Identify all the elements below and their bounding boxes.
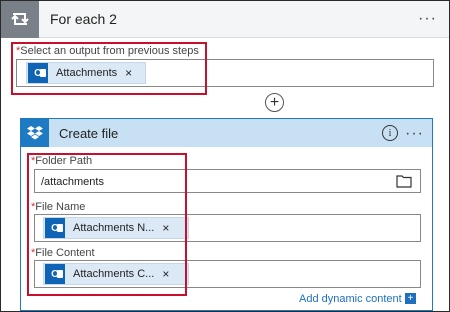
foreach-title: For each 2 — [50, 11, 117, 27]
attachments-token[interactable]: O Attachments × — [26, 62, 146, 84]
outlook-icon: O — [45, 264, 65, 284]
remove-token-icon[interactable]: × — [162, 221, 169, 235]
file-name-input[interactable]: O Attachments N... × — [34, 214, 421, 242]
folder-icon[interactable] — [396, 174, 412, 188]
remove-token-icon[interactable]: × — [125, 66, 132, 80]
create-file-menu-icon[interactable]: ··· — [405, 126, 424, 142]
select-output-input[interactable]: O Attachments × — [16, 59, 434, 87]
file-content-input[interactable]: O Attachments C... × — [34, 260, 421, 288]
add-step-button[interactable]: + — [265, 93, 284, 112]
folder-path-input[interactable]: /attachments — [34, 169, 421, 193]
flow-designer-frame: For each 2 ··· *Select an output from pr… — [0, 0, 450, 312]
attachments-name-token[interactable]: O Attachments N... × — [43, 217, 189, 239]
outlook-icon: O — [45, 218, 65, 238]
foreach-menu-icon[interactable]: ··· — [418, 11, 437, 27]
token-label: Attachments — [56, 67, 118, 79]
token-label: Attachments C... — [73, 268, 155, 280]
add-dynamic-content-icon[interactable]: + — [405, 293, 416, 304]
create-file-title: Create file — [59, 126, 119, 141]
folder-path-label: *Folder Path — [31, 155, 93, 167]
outlook-icon: O — [28, 63, 48, 83]
file-content-label: *File Content — [31, 247, 95, 259]
create-file-header[interactable]: Create file i ··· — [21, 119, 432, 147]
foreach-header[interactable]: For each 2 ··· — [1, 1, 449, 38]
create-file-card: Create file i ··· *Folder Path /attachme… — [20, 118, 433, 311]
dropbox-icon — [21, 119, 49, 147]
info-icon[interactable]: i — [382, 125, 398, 141]
file-name-label: *File Name — [31, 201, 86, 213]
attachments-content-token[interactable]: O Attachments C... × — [43, 263, 189, 285]
token-label: Attachments N... — [73, 222, 155, 234]
add-dynamic-content-link[interactable]: Add dynamic content — [299, 293, 402, 305]
loop-icon — [1, 1, 39, 38]
remove-token-icon[interactable]: × — [162, 267, 169, 281]
select-output-label: *Select an output from previous steps — [16, 45, 199, 57]
folder-path-value: /attachments — [41, 176, 104, 188]
